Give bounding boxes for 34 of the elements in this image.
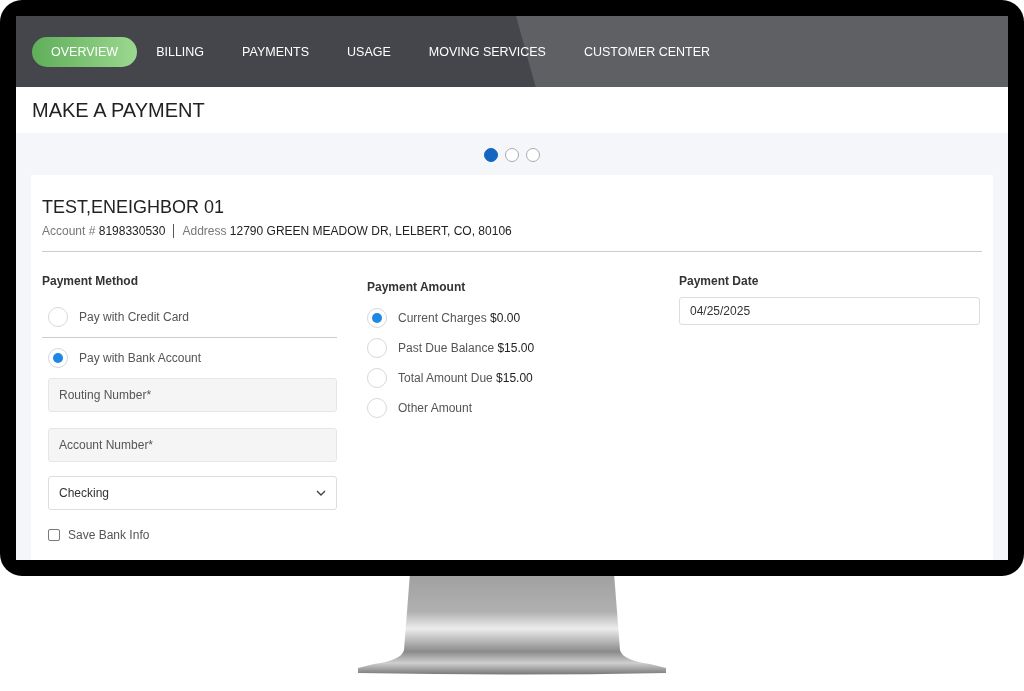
radio-button[interactable]	[48, 307, 68, 327]
account-type-dropdown[interactable]: Checking	[48, 476, 337, 510]
radio-label: Pay with Bank Account	[79, 351, 202, 365]
routing-number-field[interactable]: Routing Number*	[48, 378, 337, 412]
date-field[interactable]: 04/25/2025	[679, 297, 980, 325]
account-info: Account # 8198330530	[42, 224, 166, 238]
chevron-down-icon	[316, 490, 326, 496]
checkbox[interactable]	[48, 529, 60, 541]
checkbox-label: Save Bank Info	[68, 528, 150, 542]
radio-button[interactable]	[367, 398, 387, 418]
page-title: MAKE A PAYMENT	[32, 98, 205, 122]
section-heading: Payment Date	[679, 274, 760, 288]
nav-tab[interactable]: USAGE	[328, 36, 410, 67]
address-info: Address 12790 GREEN MEADOW DR, LELBERT, CO, 80106	[182, 224, 512, 238]
carousel-dot[interactable]	[484, 148, 498, 162]
section-heading: Payment Method	[42, 274, 139, 288]
radio-button[interactable]	[367, 338, 387, 358]
nav-tab[interactable]: MOVING SERVICES	[409, 36, 565, 67]
carousel-dot[interactable]	[505, 148, 519, 162]
radio-button[interactable]	[367, 368, 387, 388]
radio-label: Current Charges $0.00	[398, 311, 521, 325]
nav-tab[interactable]: BILLING	[137, 36, 224, 67]
radio-button[interactable]	[367, 308, 387, 328]
radio-label: Total Amount Due $15.00	[398, 371, 533, 385]
section-heading: Payment Amount	[367, 280, 467, 294]
radio-label: Other Amount	[398, 401, 473, 415]
radio-label: Pay with Credit Card	[79, 310, 190, 324]
customer-name: TEST,ENEIGHBOR 01	[42, 197, 226, 218]
radio-label: Past Due Balance $15.00	[398, 341, 535, 355]
radio-button[interactable]	[48, 348, 68, 368]
carousel-dot[interactable]	[526, 148, 540, 162]
nav-tab[interactable]: CUSTOMER CENTER	[564, 36, 730, 67]
account-number-field[interactable]: Account Number*	[48, 428, 337, 462]
nav-tab[interactable]: PAYMENTS	[223, 36, 328, 67]
